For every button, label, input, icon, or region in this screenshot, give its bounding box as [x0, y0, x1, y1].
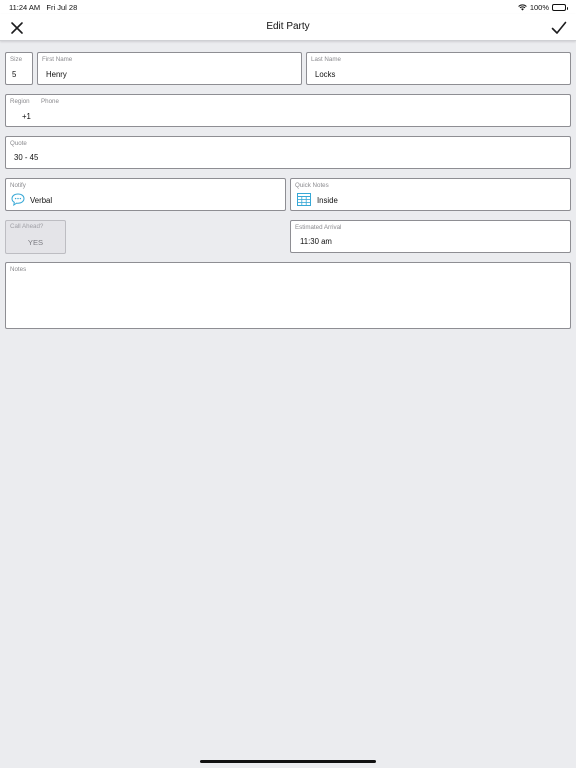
quote-label: Quote — [10, 140, 27, 147]
first-name-label: First Name — [42, 56, 73, 63]
status-time: 11:24 AM — [9, 3, 41, 12]
status-date: Fri Jul 28 — [46, 3, 78, 12]
call-ahead-label: Call Ahead? — [10, 223, 44, 230]
quote-value: 30 - 45 — [14, 153, 39, 162]
home-indicator — [200, 760, 376, 763]
size-label: Size — [10, 56, 23, 63]
status-time-date: 11:24 AM Fri Jul 28 — [9, 3, 77, 12]
grid-icon — [297, 193, 311, 206]
quote-field[interactable]: Quote 30 - 45 — [5, 136, 571, 169]
size-value: 5 — [12, 70, 17, 79]
call-ahead-value: YES — [27, 238, 44, 247]
first-name-field[interactable]: First Name Henry — [37, 52, 302, 85]
last-name-label: Last Name — [311, 56, 341, 63]
notify-label: Notify — [10, 182, 26, 189]
battery-icon — [552, 4, 568, 11]
notes-field[interactable]: Notes — [5, 262, 571, 329]
notes-label: Notes — [10, 266, 27, 273]
phone-label: Phone — [41, 98, 59, 105]
first-name-value: Henry — [46, 70, 67, 79]
status-bar: 11:24 AM Fri Jul 28 100% — [0, 0, 576, 14]
estimated-arrival-value: 11:30 am — [300, 237, 332, 246]
page-title: Edit Party — [266, 21, 310, 32]
estimated-arrival-field[interactable]: Estimated Arrival 11:30 am — [290, 220, 571, 253]
quick-notes-label: Quick Notes — [295, 182, 329, 189]
wifi-icon — [518, 4, 527, 11]
quick-notes-field[interactable]: Quick Notes Inside — [290, 178, 571, 211]
battery-percent: 100% — [529, 3, 549, 12]
speech-bubble-icon — [11, 193, 25, 206]
save-button[interactable] — [550, 19, 568, 37]
phone-field[interactable]: Region Phone +1 — [5, 94, 571, 127]
estimated-arrival-label: Estimated Arrival — [295, 224, 342, 231]
status-right: 100% — [518, 3, 568, 12]
notify-value: Verbal — [30, 196, 53, 205]
region-label: Region — [10, 98, 30, 105]
last-name-value: Locks — [315, 70, 336, 79]
size-field[interactable]: Size 5 — [5, 52, 33, 85]
checkmark-icon — [551, 21, 567, 34]
last-name-field[interactable]: Last Name Locks — [306, 52, 571, 85]
nav-bar: Edit Party — [0, 14, 576, 41]
quick-notes-value: Inside — [317, 196, 338, 205]
notify-field[interactable]: Notify Verbal — [5, 178, 286, 211]
call-ahead-toggle[interactable]: Call Ahead? YES — [5, 220, 66, 254]
region-value[interactable]: +1 — [22, 112, 31, 121]
